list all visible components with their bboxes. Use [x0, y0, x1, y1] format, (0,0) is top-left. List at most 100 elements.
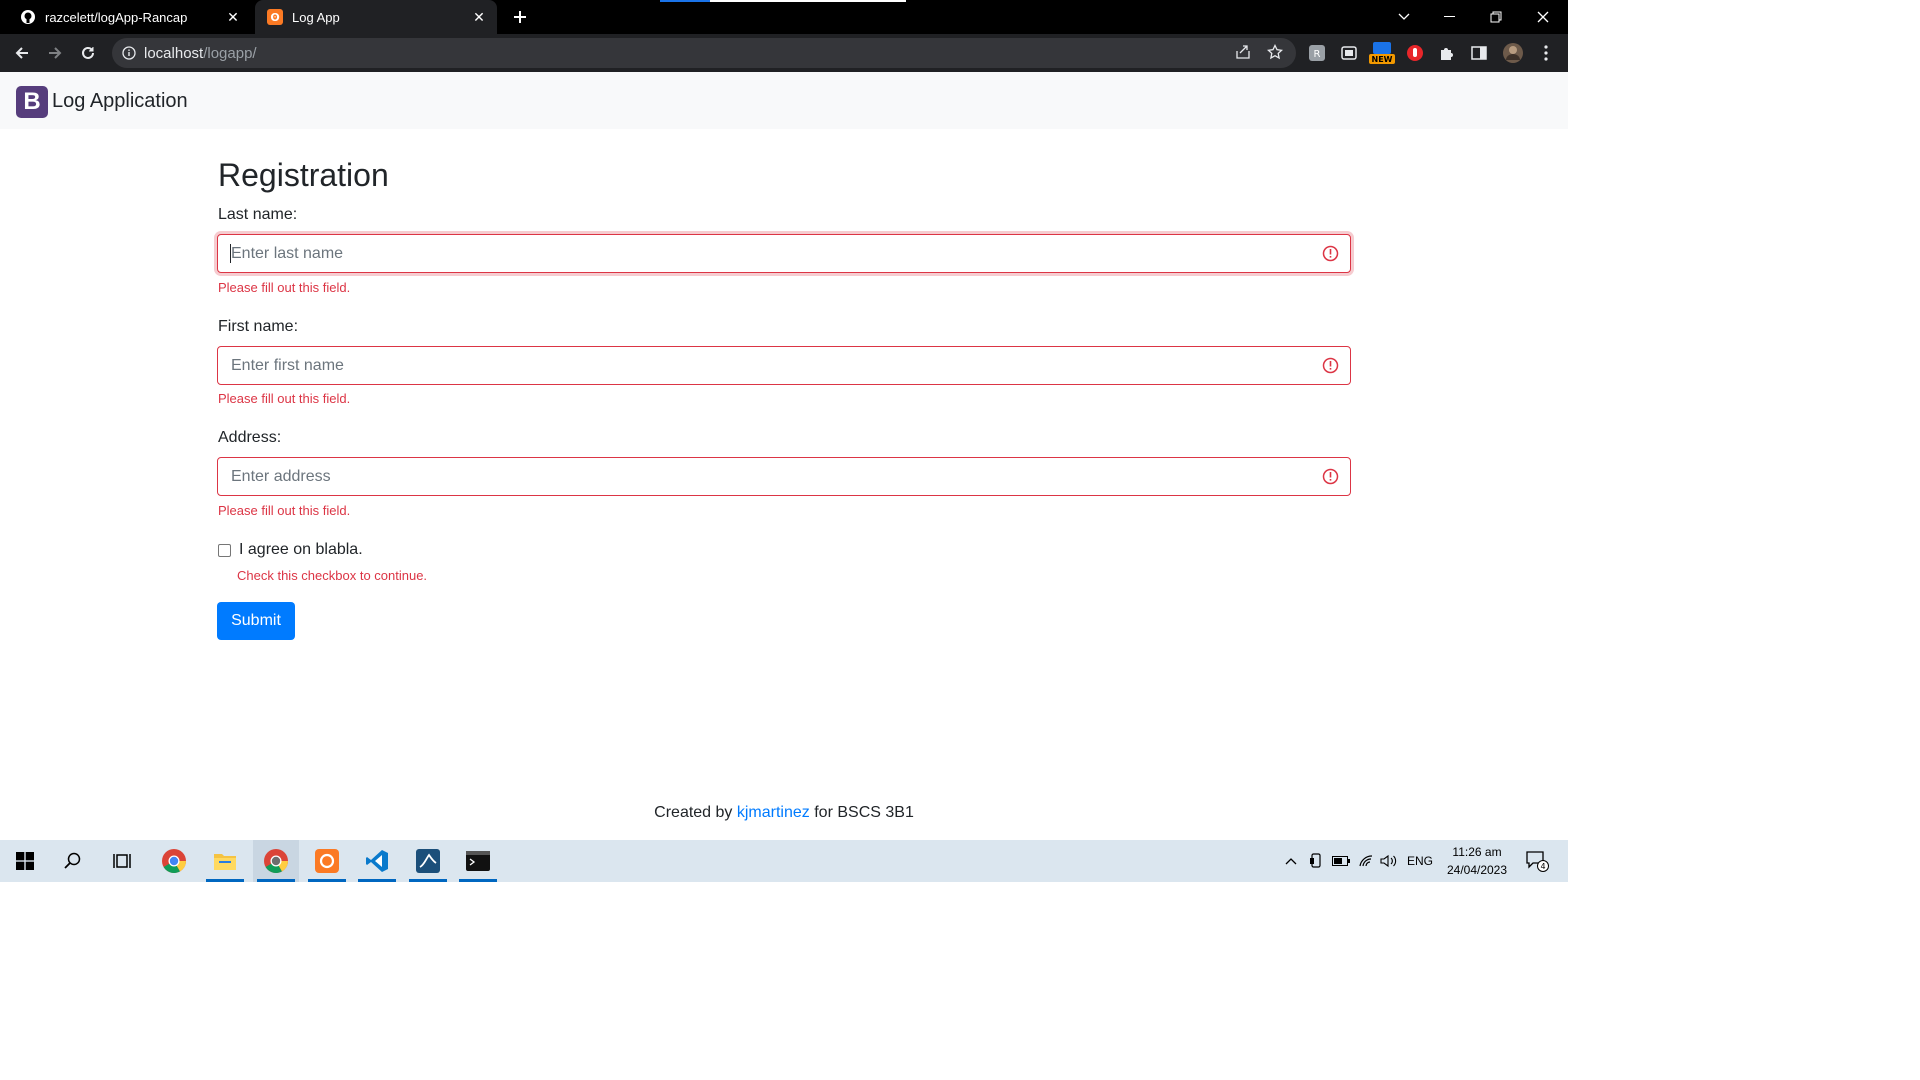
- new-tab-button[interactable]: [507, 4, 533, 30]
- chevron-down-icon: [1398, 13, 1410, 20]
- task-view-icon: [113, 854, 131, 868]
- svg-text:ʘ: ʘ: [270, 11, 279, 24]
- agree-error: Check this checkbox to continue.: [237, 568, 428, 583]
- windows-logo-icon: [16, 852, 34, 870]
- agree-checkbox[interactable]: [218, 543, 231, 557]
- battery-button[interactable]: [1330, 840, 1352, 882]
- info-icon[interactable]: [122, 46, 136, 60]
- plus-icon: [514, 11, 526, 23]
- address-error: Please fill out this field.: [218, 503, 351, 518]
- xampp-icon: ʘ: [267, 9, 283, 25]
- reload-button[interactable]: [74, 39, 102, 67]
- avatar-icon: [1503, 43, 1523, 63]
- extension-a-icon: R: [1309, 45, 1325, 61]
- close-icon[interactable]: ✕: [225, 9, 241, 25]
- share-button[interactable]: [1231, 40, 1255, 64]
- tab-title: razcelett/logApp-Rancap: [45, 9, 188, 25]
- svg-text:R: R: [1314, 49, 1321, 60]
- address-bar[interactable]: localhost/logapp/: [112, 38, 1296, 68]
- side-panel-icon: [1471, 46, 1487, 60]
- taskbar-chrome[interactable]: [151, 840, 197, 882]
- close-icon[interactable]: ✕: [471, 9, 487, 25]
- browser-toolbar: localhost/logapp/ R NEW: [0, 34, 1568, 72]
- tray-device-icon-button[interactable]: [1305, 840, 1327, 882]
- taskbar-chrome-active[interactable]: [253, 840, 299, 882]
- footer-suffix: for BSCS 3B1: [814, 804, 914, 821]
- tab-log-app[interactable]: ʘ Log App ✕: [255, 0, 497, 34]
- placeholder-text: Enter first name: [231, 356, 344, 374]
- clock[interactable]: 11:26 am 24/04/2023: [1438, 843, 1516, 879]
- wifi-icon: [1359, 855, 1373, 867]
- language-indicator[interactable]: ENG: [1404, 840, 1436, 882]
- notifications-button[interactable]: 4: [1522, 840, 1552, 882]
- star-icon: [1267, 44, 1283, 60]
- page-navbar: B Log Application: [0, 72, 1568, 129]
- extension-button[interactable]: R: [1306, 42, 1328, 64]
- back-button[interactable]: [8, 39, 36, 67]
- taskbar-vscode[interactable]: [354, 840, 400, 882]
- agree-label[interactable]: I agree on blabla.: [239, 541, 363, 559]
- search-button[interactable]: [50, 840, 96, 882]
- page-footer: Created by kjmartinez for BSCS 3B1: [0, 804, 1568, 822]
- placeholder-text: Enter address: [231, 467, 331, 485]
- start-button[interactable]: [2, 840, 48, 882]
- speaker-icon: [1380, 854, 1397, 868]
- agree-row: I agree on blabla.: [217, 541, 363, 559]
- extension-button[interactable]: NEW: [1369, 42, 1395, 64]
- last-name-error: Please fill out this field.: [218, 280, 351, 295]
- share-icon: [1236, 45, 1250, 59]
- svg-text:NEW: NEW: [1372, 55, 1393, 64]
- author-link[interactable]: kjmartinez: [737, 804, 810, 821]
- warning-icon: [1322, 357, 1339, 374]
- battery-icon: [1332, 856, 1350, 866]
- mysql-workbench-icon: [416, 849, 440, 873]
- volume-button[interactable]: [1378, 840, 1400, 882]
- url-text: localhost/logapp/: [144, 44, 257, 62]
- minimize-icon: [1444, 16, 1455, 17]
- wifi-button[interactable]: [1355, 840, 1377, 882]
- close-window-button[interactable]: [1520, 0, 1566, 34]
- taskbar-xampp[interactable]: [304, 840, 350, 882]
- extensions-menu-button[interactable]: [1436, 42, 1458, 64]
- task-view-button[interactable]: [99, 840, 145, 882]
- arrow-right-icon: [49, 47, 62, 59]
- arrow-left-icon: [15, 47, 28, 59]
- brand-title[interactable]: Log Application: [52, 90, 188, 113]
- first-name-input[interactable]: Enter first name: [217, 346, 1351, 385]
- tab-github[interactable]: razcelett/logApp-Rancap ✕: [8, 0, 251, 34]
- taskbar-mysql-workbench[interactable]: [405, 840, 451, 882]
- page-title: Registration: [218, 157, 389, 193]
- address-label: Address:: [218, 429, 282, 446]
- clock-time: 11:26 am: [1452, 845, 1502, 859]
- extension-button[interactable]: [1338, 42, 1360, 64]
- address-input[interactable]: Enter address: [217, 457, 1351, 496]
- chevron-up-icon: [1285, 858, 1297, 865]
- terminal-icon: [466, 851, 490, 871]
- taskbar-terminal[interactable]: [455, 840, 501, 882]
- restore-icon: [1490, 11, 1502, 23]
- submit-button[interactable]: Submit: [217, 602, 295, 640]
- show-hidden-icons-button[interactable]: [1280, 840, 1302, 882]
- vscode-icon: [366, 850, 388, 872]
- reload-icon: [82, 46, 94, 59]
- warning-icon: [1322, 245, 1339, 262]
- hand-stop-icon: [1407, 45, 1423, 61]
- new-badge-icon: NEW: [1369, 42, 1395, 64]
- restore-button[interactable]: [1473, 0, 1519, 34]
- profile-avatar[interactable]: [1501, 41, 1525, 65]
- minimize-button[interactable]: [1427, 0, 1473, 34]
- phone-link-icon: [1310, 853, 1321, 868]
- taskbar-file-explorer[interactable]: [202, 840, 248, 882]
- extension-button[interactable]: [1404, 42, 1426, 64]
- tab-search-button[interactable]: [1381, 0, 1427, 34]
- kebab-menu-icon: [1544, 45, 1548, 61]
- last-name-input[interactable]: Enter last name: [217, 234, 1351, 273]
- xampp-icon: [315, 849, 339, 873]
- search-icon: [64, 852, 81, 869]
- side-panel-button[interactable]: [1468, 42, 1490, 64]
- bookmark-button[interactable]: [1263, 40, 1287, 64]
- puzzle-icon: [1441, 48, 1453, 60]
- forward-button[interactable]: [41, 39, 69, 67]
- chrome-menu-button[interactable]: [1535, 42, 1557, 64]
- bootstrap-logo[interactable]: B: [16, 86, 48, 118]
